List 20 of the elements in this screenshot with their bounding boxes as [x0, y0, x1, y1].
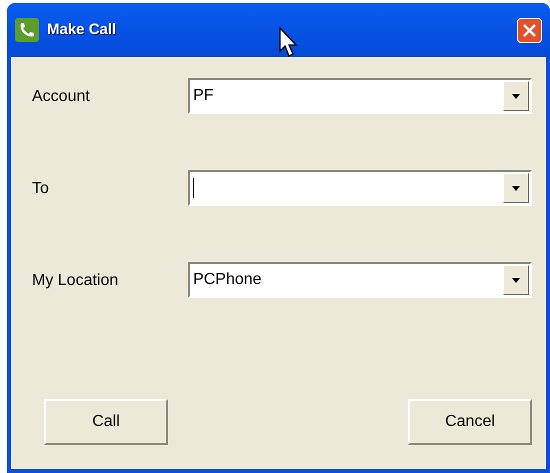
field-label: To	[32, 179, 50, 199]
close-button[interactable]	[517, 18, 542, 42]
field-label: Account	[32, 87, 91, 107]
field-value: PCPhone	[193, 270, 262, 290]
caret-icon	[512, 186, 520, 190]
dropdown-button[interactable]	[503, 81, 529, 111]
field-label: My Location	[32, 271, 120, 291]
dropdown-button[interactable]	[503, 265, 529, 295]
window-title: Make Call	[47, 20, 116, 40]
text-caret	[193, 178, 194, 198]
phone-icon	[15, 18, 39, 42]
field-value: PF	[193, 86, 214, 106]
dialog-button[interactable]: Cancel	[408, 399, 532, 445]
caret-icon	[512, 94, 520, 98]
combo-box[interactable]: PCPhone	[188, 262, 532, 298]
combo-box[interactable]: PF	[188, 78, 532, 114]
dropdown-button[interactable]	[503, 173, 529, 203]
caret-icon	[512, 278, 520, 282]
dialog-button[interactable]: Call	[44, 399, 168, 445]
close-icon	[522, 22, 537, 38]
